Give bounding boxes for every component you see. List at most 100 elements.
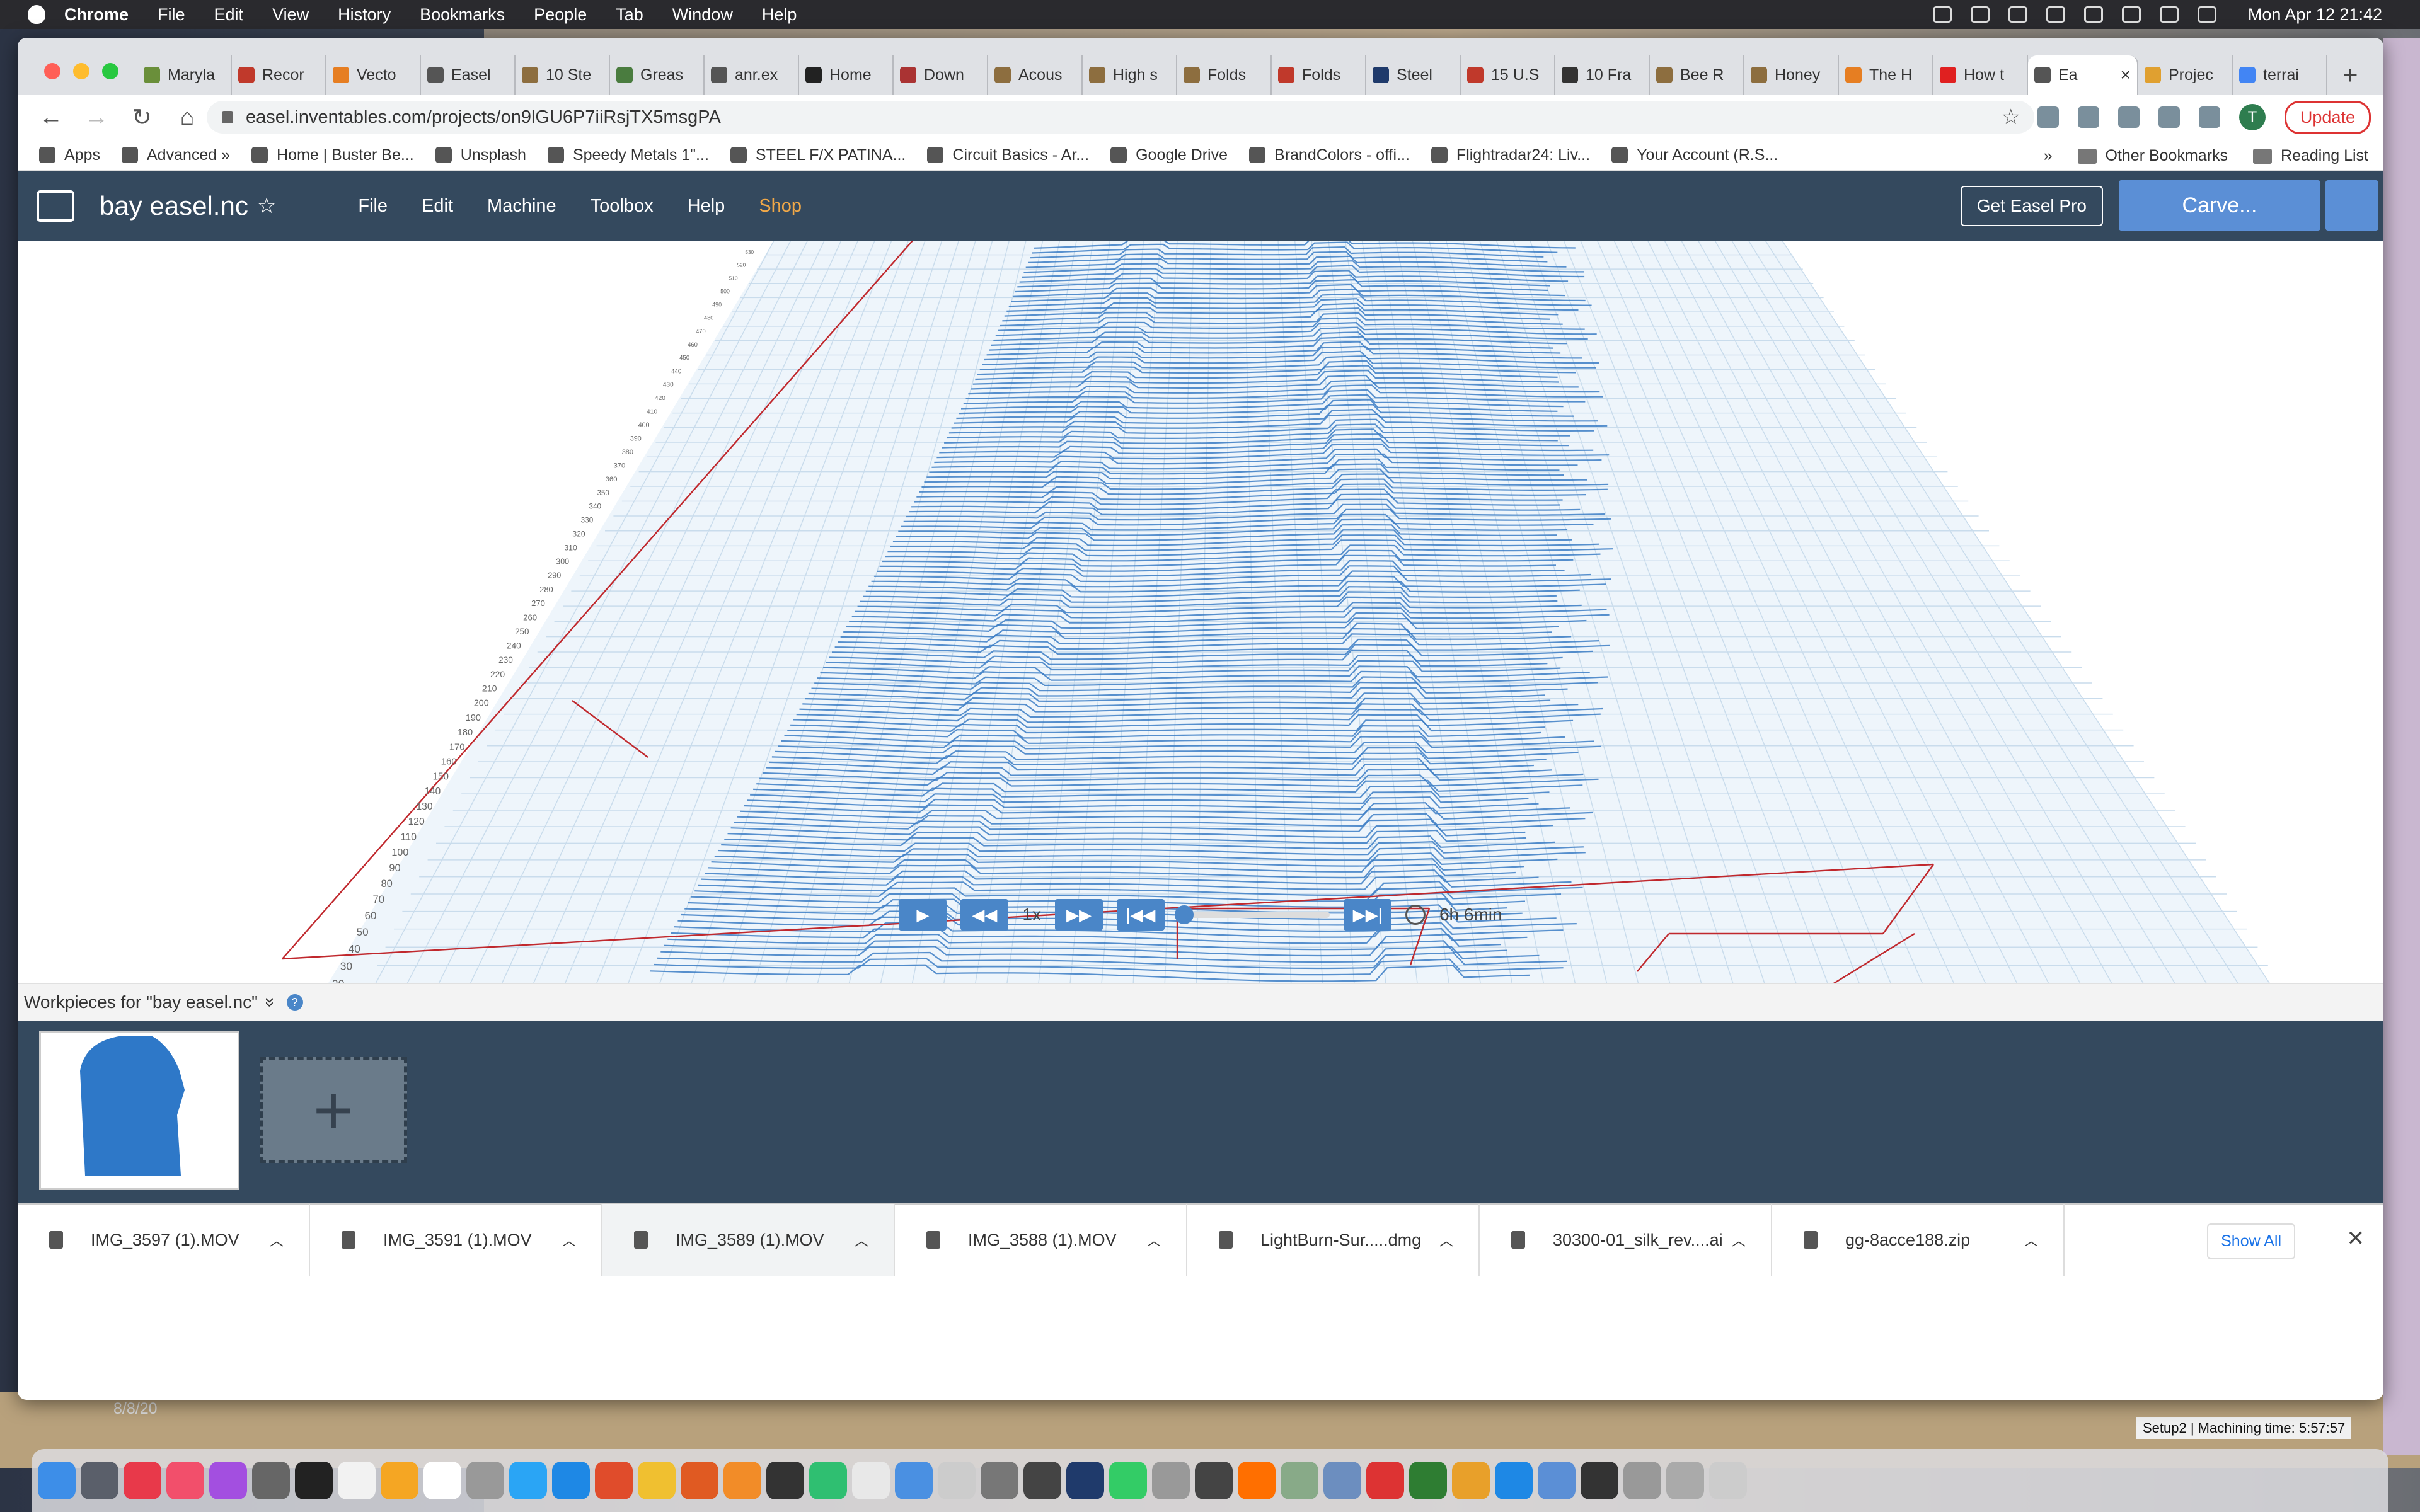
easel-menu-shop[interactable]: Shop: [759, 196, 802, 217]
carve-button[interactable]: Carve...: [2119, 180, 2320, 231]
menubar-item[interactable]: Bookmarks: [420, 5, 505, 25]
menubar-item[interactable]: Tab: [616, 5, 643, 25]
dock-app-icon[interactable]: [638, 1462, 676, 1499]
easel-menu-file[interactable]: File: [358, 196, 388, 217]
status-icon[interactable]: [1970, 6, 1990, 23]
dock-app-icon[interactable]: [295, 1462, 333, 1499]
tab[interactable]: Easel: [421, 55, 516, 94]
dock-app-icon[interactable]: [1452, 1462, 1490, 1499]
tab[interactable]: High s: [1083, 55, 1177, 94]
dock-app-icon[interactable]: [1366, 1462, 1404, 1499]
fast-forward-button[interactable]: ▶▶: [1054, 899, 1103, 931]
favorite-star-icon[interactable]: ☆: [257, 193, 276, 219]
bookmarks-overflow[interactable]: »: [2044, 147, 2053, 165]
finder-icon[interactable]: [38, 1462, 76, 1499]
easel-logo-icon[interactable]: [37, 190, 74, 222]
reading-list[interactable]: Reading List: [2253, 147, 2368, 165]
toolpath-3d-view[interactable]: 0102030405060708090100110120130140150160…: [18, 241, 2383, 1072]
dock-app-icon[interactable]: [681, 1462, 718, 1499]
tab[interactable]: Folds: [1272, 55, 1366, 94]
chevron-up-icon[interactable]: ︿: [1439, 1230, 1453, 1250]
toolpath-preview[interactable]: 0102030405060708090100110120130140150160…: [18, 241, 2383, 1072]
search-icon[interactable]: [2159, 6, 2179, 23]
download-item[interactable]: 30300-01_silk_rev....ai ︿: [1480, 1204, 1772, 1276]
dock-app-icon[interactable]: [1152, 1462, 1190, 1499]
dock-app-icon[interactable]: [1323, 1462, 1361, 1499]
tab[interactable]: Vecto: [326, 55, 421, 94]
tab[interactable]: Steel: [1366, 55, 1461, 94]
dock-app-icon[interactable]: [895, 1462, 933, 1499]
menubar-item[interactable]: File: [158, 5, 185, 25]
download-item[interactable]: IMG_3589 (1).MOV ︿: [602, 1204, 895, 1276]
other-bookmarks[interactable]: Other Bookmarks: [2077, 147, 2228, 165]
wifi-icon[interactable]: [2121, 6, 2141, 23]
control-center-icon[interactable]: [2197, 6, 2216, 23]
dock-app-icon[interactable]: [1538, 1462, 1576, 1499]
download-item[interactable]: IMG_3597 (1).MOV ︿: [18, 1204, 310, 1276]
dock-app-icon[interactable]: [124, 1462, 161, 1499]
dock-app-icon[interactable]: [1066, 1462, 1104, 1499]
new-tab-button[interactable]: +: [2342, 60, 2358, 90]
bluetooth-icon[interactable]: [2083, 6, 2103, 23]
bookmark-item[interactable]: Speedy Metals 1"...: [547, 146, 709, 164]
menubar-item[interactable]: Window: [672, 5, 733, 25]
apps-bookmark[interactable]: Apps: [39, 146, 100, 164]
tab[interactable]: Projec: [2138, 55, 2233, 94]
status-icon[interactable]: [2008, 6, 2027, 23]
tab[interactable]: Home: [799, 55, 894, 94]
add-workpiece-button[interactable]: +: [260, 1057, 407, 1163]
dock-app-icon[interactable]: [1581, 1462, 1618, 1499]
battery-icon[interactable]: [2046, 6, 2065, 23]
bookmark-item[interactable]: Circuit Basics - Ar...: [927, 146, 1089, 164]
rewind-button[interactable]: ◀◀: [960, 899, 1009, 931]
download-item[interactable]: IMG_3588 (1).MOV ︿: [895, 1204, 1187, 1276]
menubar-item[interactable]: View: [272, 5, 309, 25]
chevron-up-icon[interactable]: ︿: [2024, 1230, 2038, 1250]
bookmark-item[interactable]: Advanced »: [121, 146, 230, 164]
reload-icon[interactable]: ↻: [130, 103, 154, 132]
dock-app-icon[interactable]: [338, 1462, 376, 1499]
menubar-item[interactable]: People: [534, 5, 587, 25]
bookmark-item[interactable]: Flightradar24: Liv...: [1431, 146, 1590, 164]
dock-app-icon[interactable]: [1623, 1462, 1661, 1499]
close-window-button[interactable]: [44, 63, 60, 79]
dock-app-icon[interactable]: [466, 1462, 504, 1499]
close-downloads-icon[interactable]: ✕: [2347, 1226, 2365, 1251]
home-icon[interactable]: ⌂: [175, 104, 199, 131]
update-button[interactable]: Update: [2284, 100, 2371, 134]
profile-avatar[interactable]: T: [2238, 104, 2266, 130]
tab[interactable]: Acous: [988, 55, 1083, 94]
menubar-item[interactable]: Help: [762, 5, 797, 25]
tab[interactable]: How t: [1933, 55, 2028, 94]
menubar-item[interactable]: Edit: [214, 5, 244, 25]
tab[interactable]: 10 Fra: [1555, 55, 1650, 94]
dock-app-icon[interactable]: [595, 1462, 633, 1499]
trash-icon[interactable]: [1709, 1462, 1747, 1499]
tab[interactable]: Recor: [232, 55, 326, 94]
playback-scrubber[interactable]: [1174, 905, 1330, 924]
dock-app-icon[interactable]: [766, 1462, 804, 1499]
dock-app-icon[interactable]: [509, 1462, 547, 1499]
bookmark-item[interactable]: BrandColors - offi...: [1249, 146, 1410, 164]
extension-icon[interactable]: [2118, 106, 2140, 128]
dock-app-icon[interactable]: [1281, 1462, 1318, 1499]
tab[interactable]: Down: [894, 55, 988, 94]
dock-app-icon[interactable]: [1495, 1462, 1533, 1499]
get-easel-pro-button[interactable]: Get Easel Pro: [1960, 186, 2103, 226]
back-icon[interactable]: ←: [39, 104, 63, 131]
dock-app-icon[interactable]: [852, 1462, 890, 1499]
status-icon[interactable]: [1932, 6, 1952, 23]
bookmark-item[interactable]: STEEL F/X PATINA...: [730, 146, 906, 164]
extension-icon[interactable]: [2077, 106, 2099, 128]
fullscreen-icon[interactable]: [2325, 180, 2378, 231]
show-all-downloads-button[interactable]: Show All: [2207, 1223, 2295, 1259]
dock-app-icon[interactable]: [166, 1462, 204, 1499]
chevron-up-icon[interactable]: ︿: [1732, 1230, 1746, 1250]
tab[interactable]: anr.ex: [705, 55, 799, 94]
dock-app-icon[interactable]: [209, 1462, 247, 1499]
chevron-down-icon[interactable]: »: [260, 997, 280, 1007]
dock-app-icon[interactable]: [381, 1462, 418, 1499]
easel-menu-toolbox[interactable]: Toolbox: [591, 196, 654, 217]
dock-app-icon[interactable]: [1023, 1462, 1061, 1499]
workpiece-thumbnail[interactable]: [39, 1031, 239, 1190]
